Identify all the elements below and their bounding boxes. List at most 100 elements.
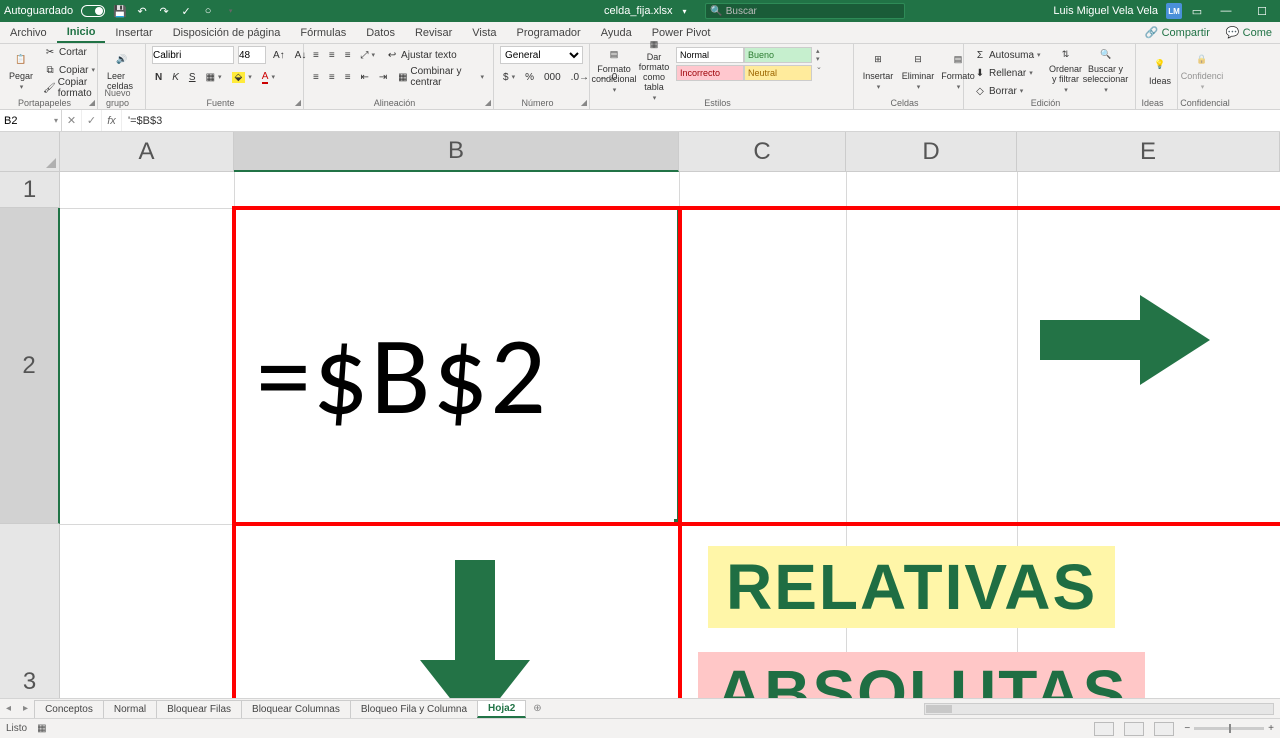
indent-inc-button[interactable]: ⇥ bbox=[376, 68, 390, 86]
autosave-toggle[interactable] bbox=[81, 5, 105, 17]
sheet-hoja2[interactable]: Hoja2 bbox=[477, 700, 526, 718]
align-center-button[interactable]: ≡ bbox=[326, 68, 338, 86]
format-painter-button[interactable]: 🖌Copiar formato bbox=[40, 79, 98, 97]
read-cells-button[interactable]: 🔊 Leer celdas bbox=[104, 46, 140, 94]
ribbon-mode-icon[interactable]: ▭ bbox=[1190, 4, 1204, 18]
macro-record-icon[interactable]: ▦ bbox=[37, 723, 46, 734]
view-break-button[interactable] bbox=[1154, 722, 1174, 736]
underline-button[interactable]: S bbox=[186, 68, 199, 86]
style-neutral[interactable]: Neutral bbox=[744, 65, 812, 81]
colhead-b[interactable]: B bbox=[234, 132, 679, 172]
align-bot-button[interactable]: ≡ bbox=[342, 46, 354, 64]
sheet-bloq-both[interactable]: Bloqueo Fila y Columna bbox=[350, 700, 478, 718]
new-sheet-button[interactable]: ⊕ bbox=[525, 703, 549, 714]
colhead-e[interactable]: E bbox=[1017, 132, 1280, 172]
colhead-c[interactable]: C bbox=[679, 132, 846, 172]
minimize-button[interactable]: — bbox=[1212, 5, 1240, 17]
user-avatar[interactable]: LM bbox=[1166, 3, 1182, 19]
delete-button[interactable]: ⊟Eliminar bbox=[900, 46, 936, 94]
inc-decimal-button[interactable]: .0→ bbox=[568, 68, 592, 86]
align-right-button[interactable]: ≡ bbox=[342, 68, 354, 86]
hscrollbar[interactable] bbox=[924, 703, 1274, 715]
view-layout-button[interactable] bbox=[1124, 722, 1144, 736]
colhead-d[interactable]: D bbox=[846, 132, 1017, 172]
save-icon[interactable]: 💾 bbox=[113, 4, 127, 18]
indent-dec-button[interactable]: ⇤ bbox=[358, 68, 372, 86]
styles-scroll[interactable]: ▴▾⌄ bbox=[816, 46, 828, 72]
zoom-slider[interactable] bbox=[1194, 727, 1264, 730]
sheet-nav-next[interactable]: ▸ bbox=[17, 703, 34, 714]
comments-button[interactable]: 💬 Come bbox=[1218, 26, 1280, 39]
enter-formula-icon[interactable]: ✓ bbox=[82, 110, 102, 131]
tab-ayuda[interactable]: Ayuda bbox=[591, 22, 642, 43]
sheet-nav-prev[interactable]: ◂ bbox=[0, 703, 17, 714]
fill-button[interactable]: ⬇Rellenar bbox=[970, 64, 1044, 82]
clipboard-launcher[interactable]: ◢ bbox=[89, 98, 95, 107]
font-size-combo[interactable] bbox=[238, 46, 266, 64]
number-format-combo[interactable]: General bbox=[500, 46, 583, 64]
align-mid-button[interactable]: ≡ bbox=[326, 46, 338, 64]
sheet-bloq-filas[interactable]: Bloquear Filas bbox=[156, 700, 242, 718]
conditional-format-button[interactable]: ▤Formato condicional bbox=[596, 46, 632, 94]
zoom-in-button[interactable]: + bbox=[1268, 723, 1274, 734]
sort-button[interactable]: ⇅Ordenar y filtrar bbox=[1048, 46, 1084, 94]
zoom-control[interactable]: − + bbox=[1184, 723, 1274, 734]
grow-font-button[interactable]: A↑ bbox=[270, 46, 288, 64]
font-name-combo[interactable] bbox=[152, 46, 234, 64]
maximize-button[interactable]: ☐ bbox=[1248, 5, 1276, 18]
undo-icon[interactable]: ↶ bbox=[135, 4, 149, 18]
user-name[interactable]: Luis Miguel Vela Vela bbox=[1053, 5, 1158, 17]
autosum-button[interactable]: ΣAutosuma bbox=[970, 46, 1044, 64]
colhead-a[interactable]: A bbox=[60, 132, 234, 172]
confidential-button[interactable]: 🔒Confidenci bbox=[1184, 46, 1220, 94]
align-top-button[interactable]: ≡ bbox=[310, 46, 322, 64]
wrap-button[interactable]: ↩Ajustar texto bbox=[382, 46, 460, 64]
sheet-bloq-cols[interactable]: Bloquear Columnas bbox=[241, 700, 351, 718]
sheet-conceptos[interactable]: Conceptos bbox=[34, 700, 104, 718]
bold-button[interactable]: N bbox=[152, 68, 165, 86]
qat-more-icon[interactable] bbox=[223, 4, 237, 18]
align-launcher[interactable]: ◢ bbox=[485, 98, 491, 107]
name-box[interactable]: B2 bbox=[0, 110, 62, 131]
view-normal-button[interactable] bbox=[1094, 722, 1114, 736]
style-bueno[interactable]: Bueno bbox=[744, 47, 812, 63]
fx-icon[interactable]: fx bbox=[102, 110, 122, 131]
insert-button[interactable]: ⊞Insertar bbox=[860, 46, 896, 94]
qat2-icon[interactable]: ○ bbox=[201, 4, 215, 18]
rowhead-2[interactable]: 2 bbox=[0, 208, 60, 524]
fill-color-button[interactable]: ⬙ bbox=[229, 68, 255, 86]
tab-insertar[interactable]: Insertar bbox=[105, 22, 162, 43]
rowhead-1[interactable]: 1 bbox=[0, 172, 60, 208]
tab-archivo[interactable]: Archivo bbox=[0, 22, 57, 43]
search-box[interactable]: 🔍 Buscar bbox=[705, 3, 905, 19]
style-incorrecto[interactable]: Incorrecto bbox=[676, 65, 744, 81]
tab-disposicion[interactable]: Disposición de página bbox=[163, 22, 291, 43]
format-table-button[interactable]: ▦Dar formato como tabla bbox=[636, 46, 672, 94]
share-button[interactable]: 🔗 Compartir bbox=[1137, 26, 1218, 39]
select-all-button[interactable] bbox=[0, 132, 60, 172]
merge-button[interactable]: ▦Combinar y centrar bbox=[394, 68, 487, 86]
italic-button[interactable]: K bbox=[169, 68, 182, 86]
orientation-button[interactable]: ⤢ bbox=[358, 46, 379, 64]
formula-input[interactable]: '=$B$3 bbox=[122, 115, 1280, 127]
tab-inicio[interactable]: Inicio bbox=[57, 22, 106, 43]
cells-area[interactable]: =$B$2 RELATIVAS ABSOLUTAS bbox=[60, 172, 1280, 698]
zoom-out-button[interactable]: − bbox=[1184, 723, 1190, 734]
percent-button[interactable]: % bbox=[522, 68, 537, 86]
currency-button[interactable]: $ bbox=[500, 68, 518, 86]
border-button[interactable]: ▦ bbox=[203, 68, 225, 86]
tab-programador[interactable]: Programador bbox=[507, 22, 591, 43]
tab-formulas[interactable]: Fórmulas bbox=[290, 22, 356, 43]
align-left-button[interactable]: ≡ bbox=[310, 68, 322, 86]
find-button[interactable]: 🔍Buscar y seleccionar bbox=[1088, 46, 1124, 94]
cancel-formula-icon[interactable]: ✕ bbox=[62, 110, 82, 131]
sheet-normal[interactable]: Normal bbox=[103, 700, 157, 718]
comma-button[interactable]: 000 bbox=[541, 68, 564, 86]
paste-button[interactable]: 📋 Pegar bbox=[6, 46, 36, 94]
redo-icon[interactable]: ↷ bbox=[157, 4, 171, 18]
rowhead-3[interactable]: 3 bbox=[0, 524, 60, 698]
font-color-button[interactable]: A bbox=[259, 68, 278, 86]
ideas-button[interactable]: 💡Ideas bbox=[1142, 46, 1178, 94]
tab-datos[interactable]: Datos bbox=[356, 22, 405, 43]
style-normal[interactable]: Normal bbox=[676, 47, 744, 63]
